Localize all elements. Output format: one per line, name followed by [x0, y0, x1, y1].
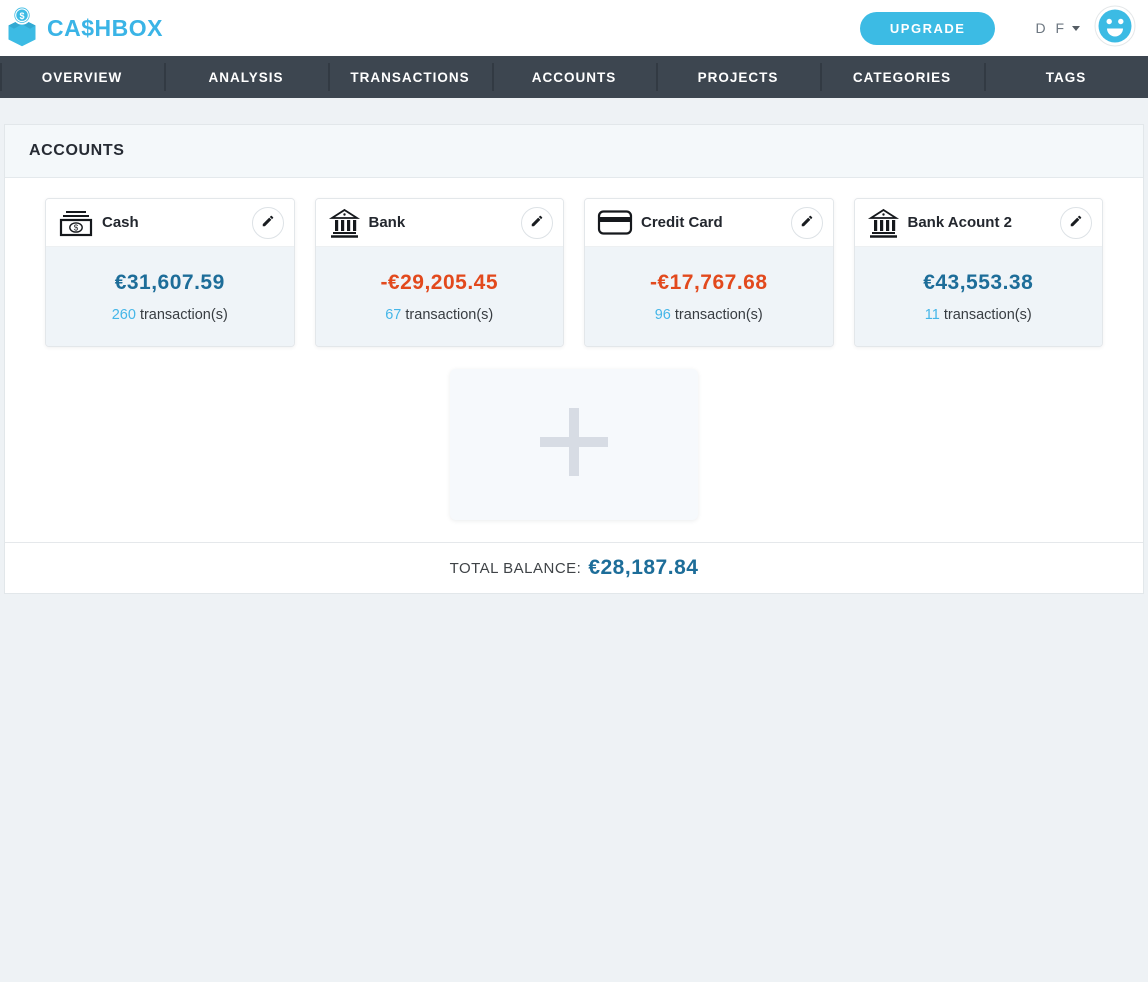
brand-logo[interactable]: $ CA$HBOX: [4, 5, 163, 52]
cash-icon: $: [58, 208, 94, 238]
avatar[interactable]: [1094, 5, 1136, 52]
card-header: $ Cash: [46, 199, 294, 247]
card-header: Credit Card: [585, 199, 833, 247]
nav-item-overview[interactable]: OVERVIEW: [0, 56, 164, 98]
pencil-icon: [1069, 214, 1083, 231]
add-card-row: [5, 369, 1143, 520]
account-cards-row: $ Cash €31,607.59 260 transaction(s): [5, 198, 1143, 347]
pencil-icon: [261, 214, 275, 231]
card-header: Bank: [316, 199, 564, 247]
credit-card-icon: [597, 209, 633, 236]
account-balance: -€29,205.45: [380, 271, 498, 295]
total-balance-label: TOTAL BALANCE:: [450, 560, 582, 577]
edit-account-button[interactable]: [1060, 207, 1092, 239]
card-body: -€29,205.45 67 transaction(s): [316, 247, 564, 346]
card-body: -€17,767.68 96 transaction(s): [585, 247, 833, 346]
nav-item-analysis[interactable]: ANALYSIS: [164, 56, 328, 98]
account-balance: -€17,767.68: [650, 271, 768, 295]
nav-item-projects[interactable]: PROJECTS: [656, 56, 820, 98]
add-account-card[interactable]: [450, 369, 698, 520]
transaction-count-number: 260: [112, 307, 136, 323]
account-transaction-count: 96 transaction(s): [655, 307, 763, 323]
svg-text:$: $: [19, 10, 24, 20]
account-balance: €43,553.38: [923, 271, 1033, 295]
account-transaction-count: 67 transaction(s): [385, 307, 493, 323]
page-title: ACCOUNTS: [29, 142, 124, 159]
svg-text:$: $: [74, 223, 79, 232]
upgrade-button[interactable]: UPGRADE: [860, 12, 996, 45]
account-card-bank-acount-2[interactable]: Bank Acount 2 €43,553.38 11 transaction(…: [854, 198, 1104, 347]
cashbox-logo-icon: $: [4, 5, 40, 52]
main-navigation: OVERVIEW ANALYSIS TRANSACTIONS ACCOUNTS …: [0, 56, 1148, 98]
pencil-icon: [800, 214, 814, 231]
total-balance-bar: TOTAL BALANCE: €28,187.84: [5, 542, 1143, 593]
edit-account-button[interactable]: [252, 207, 284, 239]
account-name: Credit Card: [641, 214, 723, 231]
card-body: €43,553.38 11 transaction(s): [855, 247, 1103, 346]
transaction-count-label: transaction(s): [675, 307, 763, 323]
account-card-credit-card[interactable]: Credit Card -€17,767.68 96 transaction(s…: [584, 198, 834, 347]
user-initials: D F: [1035, 20, 1067, 36]
nav-item-tags[interactable]: TAGS: [984, 56, 1148, 98]
panel-header: ACCOUNTS: [5, 125, 1143, 178]
nav-item-categories[interactable]: CATEGORIES: [820, 56, 984, 98]
transaction-count-number: 96: [655, 307, 671, 323]
bank-icon: [867, 207, 900, 239]
plus-icon: [538, 406, 610, 483]
chevron-down-icon: [1072, 26, 1080, 31]
user-initials-dropdown[interactable]: D F: [1035, 20, 1080, 36]
account-transaction-count: 11 transaction(s): [925, 307, 1032, 323]
accounts-panel: ACCOUNTS $ Cash: [4, 124, 1144, 594]
panel-body: $ Cash €31,607.59 260 transaction(s): [5, 178, 1143, 542]
card-header: Bank Acount 2: [855, 199, 1103, 247]
account-name: Bank: [369, 214, 406, 231]
account-name: Bank Acount 2: [908, 214, 1012, 231]
smiley-avatar-icon: [1094, 5, 1136, 52]
nav-item-transactions[interactable]: TRANSACTIONS: [328, 56, 492, 98]
nav-item-accounts[interactable]: ACCOUNTS: [492, 56, 656, 98]
transaction-count-label: transaction(s): [140, 307, 228, 323]
edit-account-button[interactable]: [521, 207, 553, 239]
transaction-count-label: transaction(s): [944, 307, 1032, 323]
account-card-bank[interactable]: Bank -€29,205.45 67 transaction(s): [315, 198, 565, 347]
edit-account-button[interactable]: [791, 207, 823, 239]
brand-name: CA$HBOX: [47, 15, 163, 42]
transaction-count-number: 67: [385, 307, 401, 323]
total-balance-value: €28,187.84: [588, 556, 698, 580]
top-header: $ CA$HBOX UPGRADE D F: [0, 0, 1148, 56]
account-transaction-count: 260 transaction(s): [112, 307, 228, 323]
card-body: €31,607.59 260 transaction(s): [46, 247, 294, 346]
account-balance: €31,607.59: [115, 271, 225, 295]
account-card-cash[interactable]: $ Cash €31,607.59 260 transaction(s): [45, 198, 295, 347]
pencil-icon: [530, 214, 544, 231]
bank-icon: [328, 207, 361, 239]
transaction-count-number: 11: [925, 307, 940, 323]
account-name: Cash: [102, 214, 139, 231]
transaction-count-label: transaction(s): [405, 307, 493, 323]
